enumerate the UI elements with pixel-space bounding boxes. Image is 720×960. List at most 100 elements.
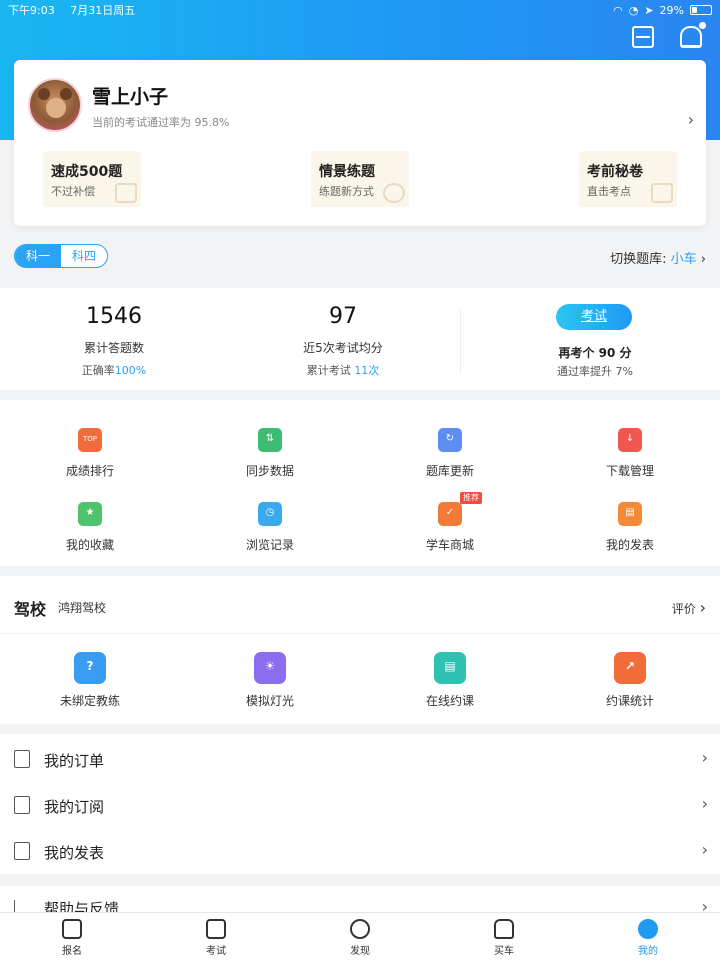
subject-row: 科一 科四 切换题库: 小车 › <box>0 238 720 276</box>
stat-avg-score[interactable]: 97 近5次考试均分 累计考试 11次 <box>243 304 443 378</box>
avatar[interactable] <box>28 78 82 132</box>
battery-percent: 29% <box>659 3 684 17</box>
stat-value: 97 <box>329 304 357 329</box>
chevron-right-icon: › <box>701 840 708 859</box>
list-item-subscriptions[interactable]: 我的订阅 › <box>0 782 720 828</box>
refresh-icon: ↻ <box>438 428 462 452</box>
steering-wheel-icon <box>383 183 405 203</box>
grid-item-my-posts[interactable]: ▤ 我的发表 <box>570 502 690 553</box>
grid-item-shop[interactable]: ✓ 推荐 学车商城 <box>390 492 510 553</box>
chevron-right-icon: › <box>700 252 706 267</box>
tab-discover[interactable]: 发现 <box>320 919 400 957</box>
question-icon: ? <box>74 652 106 684</box>
chevron-right-icon[interactable]: › <box>688 110 694 129</box>
pass-rate-text: 当前的考试通过率为 95.8% <box>92 116 230 129</box>
stat-sub: 累计考试 11次 <box>306 364 380 377</box>
bottom-tab-bar: 报名 考试 发现 买车 我的 <box>0 912 720 960</box>
tab-signup[interactable]: 报名 <box>32 919 112 957</box>
username: 雪上小子 <box>92 86 169 108</box>
tab-exam[interactable]: 考试 <box>176 919 256 957</box>
promo-scenario[interactable]: 情景练题 练题新方式 <box>311 151 409 207</box>
grid-item-history[interactable]: ◷ 浏览记录 <box>210 502 330 553</box>
subject-toggle[interactable]: 科一 科四 <box>14 244 108 268</box>
chart-card-icon <box>115 183 137 203</box>
status-date: 7月31日周五 <box>70 4 136 17</box>
car-icon <box>494 919 514 939</box>
signup-icon <box>62 919 82 939</box>
bulb-icon: ☀ <box>254 652 286 684</box>
download-icon: ↓ <box>618 428 642 452</box>
promo-title: 速成500题 <box>51 164 123 180</box>
driving-school-section: 驾校 鸿翔驾校 评价 › ? 未绑定教练 ☀ 模拟灯光 ▤ 在线约课 ↗ 约课统… <box>0 576 720 724</box>
improve-text: 通过率提升 7% <box>557 365 633 378</box>
history-icon: ◷ <box>258 502 282 526</box>
bookmark-icon <box>14 796 30 814</box>
order-icon <box>14 750 30 768</box>
switch-value: 小车 <box>670 252 697 267</box>
menu-list: 我的订单 › 我的订阅 › 我的发表 › <box>0 734 720 874</box>
trophy-icon: TOP <box>78 428 102 452</box>
scan-icon[interactable] <box>632 26 654 48</box>
inbox-icon: ▤ <box>618 502 642 526</box>
review-link[interactable]: 评价 › <box>672 598 706 617</box>
tab-mine[interactable]: 我的 <box>608 919 688 957</box>
switch-question-bank[interactable]: 切换题库: 小车 › <box>610 248 706 267</box>
stat-label: 近5次考试均分 <box>303 341 383 355</box>
recommend-badge: 推荐 <box>460 492 482 504</box>
compass-icon <box>350 919 370 939</box>
status-time: 下午9:03 <box>8 4 55 17</box>
stats-panel: 1546 累计答题数 正确率100% 97 近5次考试均分 累计考试 11次 考… <box>0 288 720 390</box>
battery-icon <box>690 5 712 15</box>
chevron-right-icon: › <box>699 598 706 617</box>
school-item-lights[interactable]: ☀ 模拟灯光 <box>210 652 330 709</box>
stat-label: 累计答题数 <box>83 341 144 355</box>
stat-sub: 正确率100% <box>81 364 147 377</box>
promo-subtitle: 不过补偿 <box>51 185 95 198</box>
school-item-coach[interactable]: ? 未绑定教练 <box>30 652 150 709</box>
wifi-icon: ◠ <box>613 3 623 17</box>
promo-subtitle: 直击考点 <box>587 185 631 198</box>
grid-item-bank-update[interactable]: ↻ 题库更新 <box>390 428 510 479</box>
sync-icon: ⇅ <box>258 428 282 452</box>
feature-grid: TOP 成绩排行 ⇅ 同步数据 ↻ 题库更新 ↓ 下载管理 ★ 我的收藏 ◷ 浏… <box>0 400 720 566</box>
tab-buy-car[interactable]: 买车 <box>464 919 544 957</box>
chevron-right-icon: › <box>701 794 708 813</box>
exam-folder-icon <box>206 919 226 939</box>
subject-one-tab[interactable]: 科一 <box>15 245 61 267</box>
promo-secret-paper[interactable]: 考前秘卷 直击考点 <box>579 151 677 207</box>
promo-subtitle: 练题新方式 <box>319 185 374 198</box>
post-icon <box>14 842 30 860</box>
subject-four-tab[interactable]: 科四 <box>61 245 107 267</box>
grid-item-sync[interactable]: ⇅ 同步数据 <box>210 428 330 479</box>
list-item-orders[interactable]: 我的订单 › <box>0 736 720 782</box>
grid-item-ranking[interactable]: TOP 成绩排行 <box>30 428 150 479</box>
schedule-icon: ▤ <box>434 652 466 684</box>
star-icon: ★ <box>78 502 102 526</box>
stat-total-answers[interactable]: 1546 累计答题数 正确率100% <box>14 304 214 378</box>
location-icon: ➤ <box>644 3 654 17</box>
chevron-right-icon: › <box>701 748 708 767</box>
school-name: 鸿翔驾校 <box>58 601 107 615</box>
paper-list-icon <box>651 183 673 203</box>
profile-card[interactable]: 雪上小子 当前的考试通过率为 95.8% › 速成500题 不过补偿 情景练题 … <box>14 60 706 226</box>
exam-button[interactable]: 考试 <box>556 304 632 330</box>
divider <box>460 310 461 374</box>
promo-title: 情景练题 <box>319 164 375 180</box>
alarm-icon: ◔ <box>628 3 639 17</box>
grid-item-favorites[interactable]: ★ 我的收藏 <box>30 502 150 553</box>
profile-icon <box>638 919 658 939</box>
list-item-posts[interactable]: 我的发表 › <box>0 828 720 874</box>
promo-speed-500[interactable]: 速成500题 不过补偿 <box>43 151 141 207</box>
promo-title: 考前秘卷 <box>587 164 643 180</box>
school-title: 驾校 <box>14 600 47 619</box>
stats-icon: ↗ <box>614 652 646 684</box>
bell-icon[interactable] <box>680 22 706 48</box>
school-item-booking[interactable]: ▤ 在线约课 <box>390 652 510 709</box>
shop-icon: ✓ <box>438 502 462 526</box>
grid-item-download[interactable]: ↓ 下载管理 <box>570 428 690 479</box>
stat-value: 1546 <box>86 304 142 329</box>
school-item-stats[interactable]: ↗ 约课统计 <box>570 652 690 709</box>
switch-label: 切换题库: <box>610 252 667 267</box>
status-bar: 下午9:03 7月31日周五 ◠ ◔ ➤ 29% <box>0 0 720 20</box>
school-header[interactable]: 驾校 鸿翔驾校 评价 › <box>0 576 720 634</box>
